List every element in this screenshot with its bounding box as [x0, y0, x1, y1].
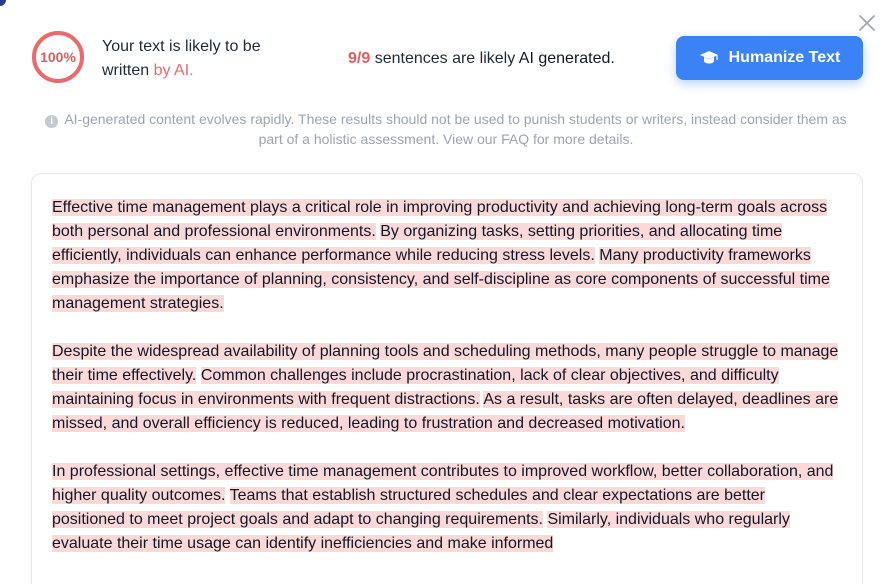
- sentence-count-emphasis: AI generated.: [518, 50, 615, 67]
- verdict-text: Your text is likely to be written by AI.: [102, 35, 312, 83]
- paragraph: Despite the widespread availability of p…: [52, 340, 842, 436]
- paragraph: Effective time management plays a critic…: [52, 196, 842, 316]
- ai-score-value: 100%: [40, 49, 76, 65]
- sentence-count-middle: sentences are likely: [370, 50, 519, 67]
- disclaimer: i AI-generated content evolves rapidly. T…: [40, 109, 852, 149]
- paragraph: In professional settings, effective time…: [52, 460, 842, 556]
- analyzed-text-panel: Effective time management plays a critic…: [31, 173, 863, 584]
- top-accent: [0, 0, 6, 6]
- info-icon: i: [45, 115, 59, 128]
- graduation-cap-icon: [699, 51, 718, 64]
- humanize-button-label: Humanize Text: [728, 49, 841, 66]
- verdict-highlight: by AI.: [153, 62, 194, 79]
- close-icon: [859, 15, 875, 31]
- ai-score-ring: 100%: [31, 30, 85, 84]
- close-button[interactable]: [856, 12, 878, 34]
- sentence-count: 9/9: [348, 50, 371, 67]
- sentence-count-summary: 9/9 sentences are likely AI generated.: [348, 47, 615, 71]
- disclaimer-text: AI-generated content evolves rapidly. Th…: [64, 111, 847, 147]
- humanize-text-button[interactable]: Humanize Text: [676, 36, 863, 80]
